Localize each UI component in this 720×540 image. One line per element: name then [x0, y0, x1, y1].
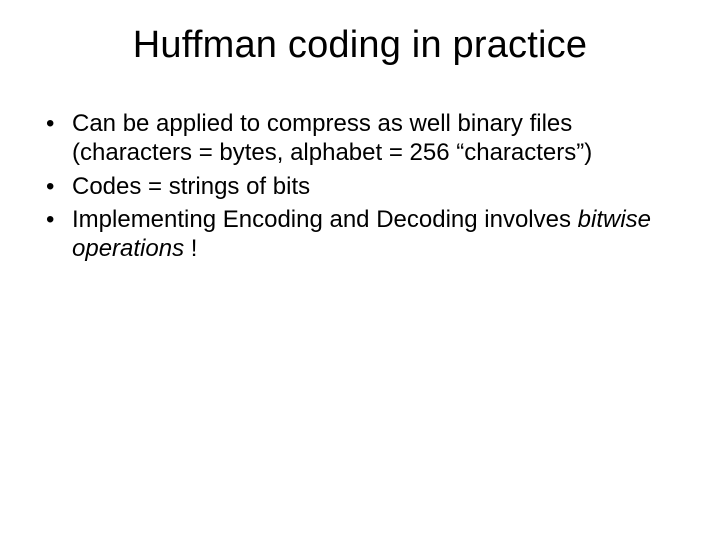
bullet-text: ) — [584, 139, 592, 166]
bullet-list: Can be applied to compress as well binar… — [40, 109, 680, 263]
bullet-text: Codes = strings of bits — [72, 173, 310, 200]
bullet-text: ! — [184, 235, 197, 262]
list-item: Codes = strings of bits — [44, 172, 676, 201]
bullet-text: Implementing Encoding and Decoding invol… — [72, 206, 578, 233]
bullet-text: “characters” — [456, 139, 584, 166]
slide: Huffman coding in practice Can be applie… — [0, 0, 720, 540]
list-item: Implementing Encoding and Decoding invol… — [44, 205, 676, 264]
list-item: Can be applied to compress as well binar… — [44, 109, 676, 168]
slide-title: Huffman coding in practice — [40, 24, 680, 67]
